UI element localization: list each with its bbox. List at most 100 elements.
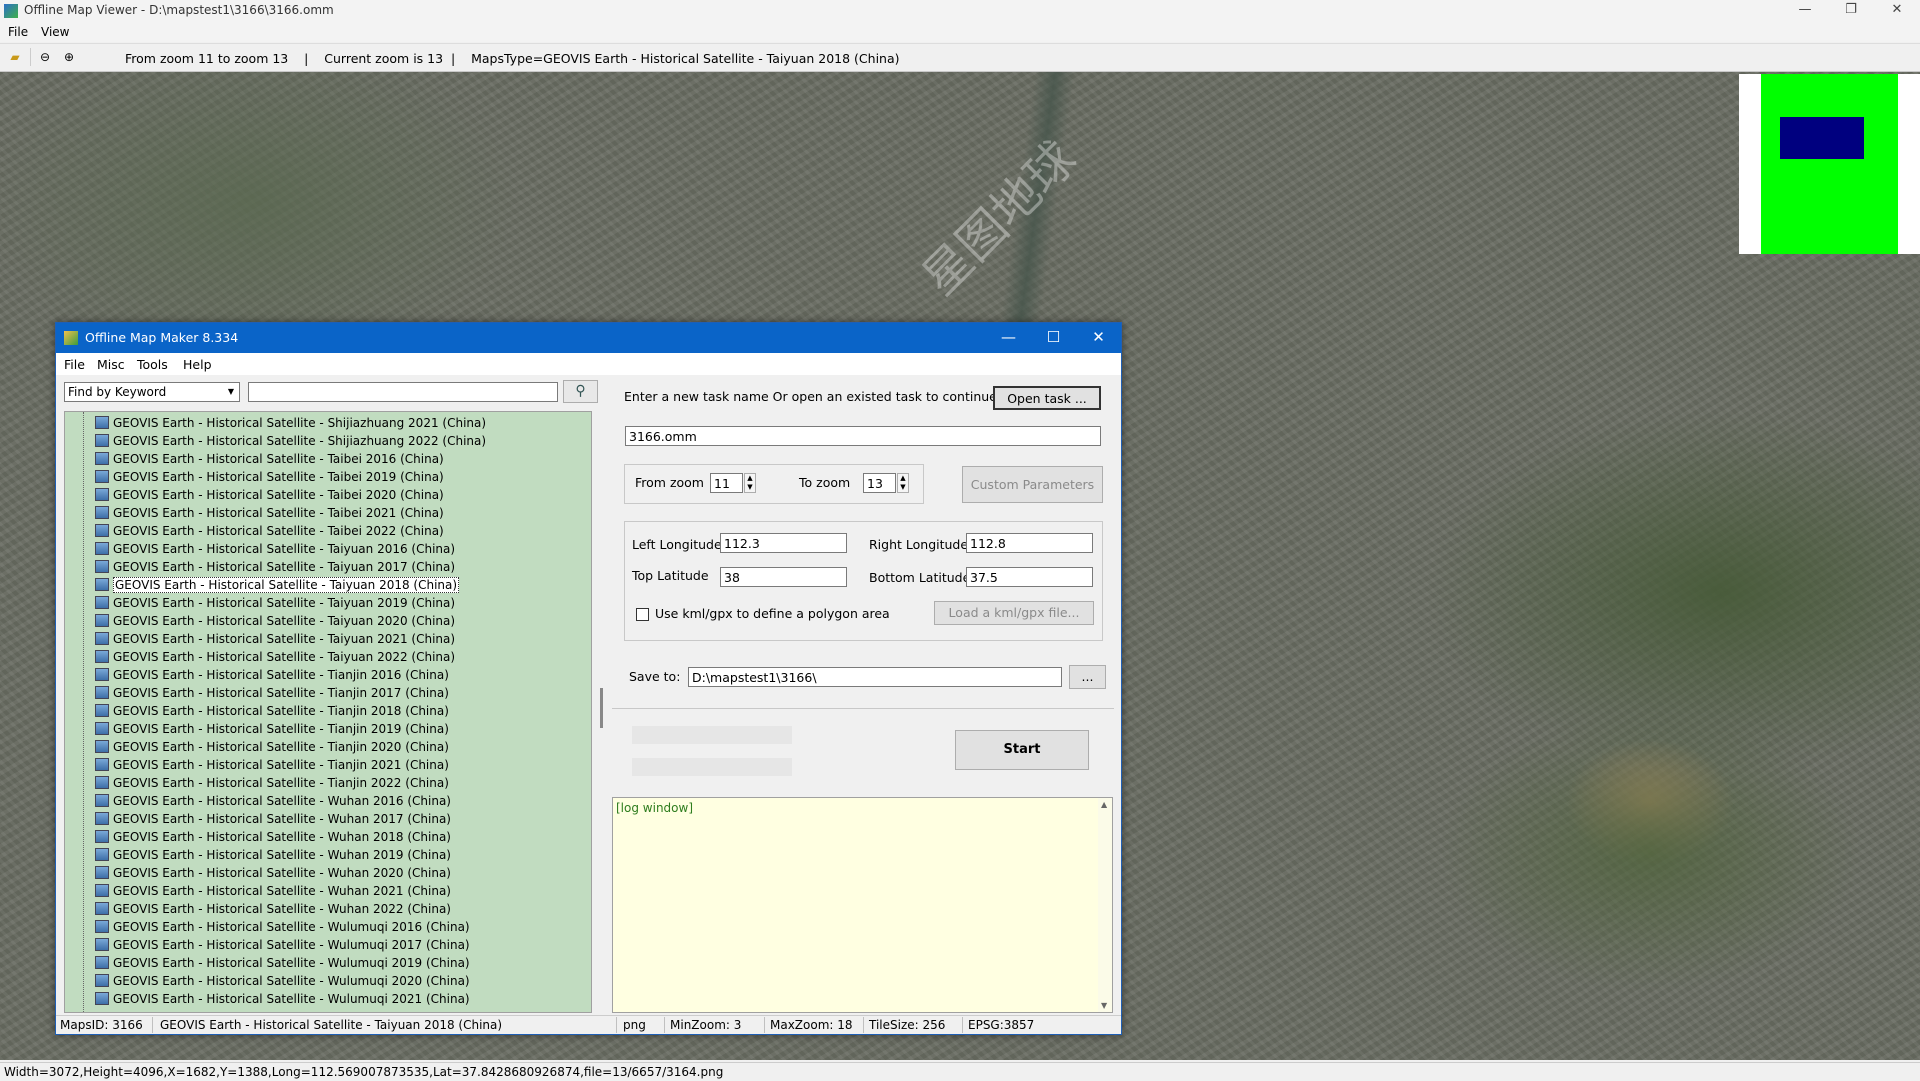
dialog-menu-help[interactable]: Help xyxy=(183,357,212,372)
list-item-label: GEOVIS Earth - Historical Satellite - Ta… xyxy=(113,650,456,664)
list-item-label: GEOVIS Earth - Historical Satellite - Wu… xyxy=(113,938,470,952)
list-item[interactable]: GEOVIS Earth - Historical Satellite - Ti… xyxy=(95,666,449,684)
search-input[interactable] xyxy=(248,382,558,402)
maximize-button[interactable]: ❐ xyxy=(1828,0,1874,22)
scroll-up-icon[interactable]: ▲ xyxy=(1101,800,1107,809)
list-item[interactable]: GEOVIS Earth - Historical Satellite - Sh… xyxy=(95,432,486,450)
list-item[interactable]: GEOVIS Earth - Historical Satellite - Wu… xyxy=(95,918,470,936)
browse-button[interactable]: ... xyxy=(1069,665,1106,689)
to-zoom-field[interactable]: 13 xyxy=(863,473,896,493)
panel-splitter[interactable] xyxy=(600,688,603,728)
save-to-field[interactable]: D:\mapstest1\3166\ xyxy=(688,667,1062,687)
kml-checkbox[interactable] xyxy=(636,608,649,621)
list-item[interactable]: GEOVIS Earth - Historical Satellite - Ti… xyxy=(95,702,449,720)
dialog-maximize-button[interactable]: ☐ xyxy=(1031,323,1076,353)
list-item[interactable]: GEOVIS Earth - Historical Satellite - Ti… xyxy=(95,774,449,792)
map-tile-icon xyxy=(95,794,109,807)
dialog-menu-tools[interactable]: Tools xyxy=(137,357,168,372)
dialog-close-button[interactable]: ✕ xyxy=(1076,323,1121,353)
list-item[interactable]: GEOVIS Earth - Historical Satellite - Ti… xyxy=(95,684,449,702)
list-item-label: GEOVIS Earth - Historical Satellite - Sh… xyxy=(113,416,487,430)
custom-parameters-button[interactable]: Custom Parameters xyxy=(962,466,1103,503)
list-item[interactable]: GEOVIS Earth - Historical Satellite - Ta… xyxy=(95,504,444,522)
dialog-menu-file[interactable]: File xyxy=(64,357,85,372)
section-divider xyxy=(612,708,1114,709)
list-item-label: GEOVIS Earth - Historical Satellite - Wu… xyxy=(113,992,470,1006)
from-zoom-stepper[interactable]: ▲ ▼ xyxy=(744,473,756,493)
left-longitude-field[interactable]: 112.3 xyxy=(720,533,847,553)
list-item[interactable]: GEOVIS Earth - Historical Satellite - Wu… xyxy=(95,990,470,1008)
list-item[interactable]: GEOVIS Earth - Historical Satellite - Ta… xyxy=(95,612,455,630)
log-text: [log window] xyxy=(616,801,693,815)
task-name-field[interactable]: 3166.omm xyxy=(625,426,1101,446)
zoom-info-text: From zoom 11 to zoom 13 | Current zoom i… xyxy=(125,51,900,66)
list-item[interactable]: GEOVIS Earth - Historical Satellite - Ti… xyxy=(95,738,449,756)
bottom-latitude-field[interactable]: 37.5 xyxy=(966,567,1093,587)
dialog-title-bar[interactable]: Offline Map Maker 8.334 — ☐ ✕ xyxy=(56,323,1121,353)
list-item[interactable]: GEOVIS Earth - Historical Satellite - Ta… xyxy=(95,648,455,666)
to-zoom-label: To zoom xyxy=(799,475,851,490)
dialog-menu-misc[interactable]: Misc xyxy=(97,357,125,372)
map-tile-icon xyxy=(95,452,109,465)
log-window[interactable]: [log window] ▲ ▼ xyxy=(612,797,1113,1013)
close-button[interactable]: ✕ xyxy=(1874,0,1920,22)
search-button[interactable]: ⚲ xyxy=(563,380,598,403)
list-item[interactable]: GEOVIS Earth - Historical Satellite - Wu… xyxy=(95,828,451,846)
to-zoom-stepper[interactable]: ▲ ▼ xyxy=(897,473,909,493)
list-item[interactable]: GEOVIS Earth - Historical Satellite - Ti… xyxy=(95,720,449,738)
scroll-down-icon[interactable]: ▼ xyxy=(1101,1001,1107,1010)
list-item[interactable]: GEOVIS Earth - Historical Satellite - Wu… xyxy=(95,936,470,954)
map-type-tree[interactable]: GEOVIS Earth - Historical Satellite - Sh… xyxy=(64,411,592,1013)
list-item[interactable]: GEOVIS Earth - Historical Satellite - Sh… xyxy=(95,414,486,432)
dialog-minimize-button[interactable]: — xyxy=(986,323,1031,353)
start-button[interactable]: Start xyxy=(955,730,1089,770)
open-folder-icon[interactable]: ▰ xyxy=(8,50,22,64)
list-item[interactable]: GEOVIS Earth - Historical Satellite - Ta… xyxy=(95,576,460,594)
zoom-in-icon[interactable]: ⊕ xyxy=(62,50,76,64)
map-tile-icon xyxy=(95,596,109,609)
status-format: png xyxy=(623,1018,646,1032)
zoom-out-icon[interactable]: ⊖ xyxy=(38,50,52,64)
right-longitude-field[interactable]: 112.8 xyxy=(966,533,1093,553)
list-item[interactable]: GEOVIS Earth - Historical Satellite - Ta… xyxy=(95,540,455,558)
minimize-button[interactable]: — xyxy=(1782,0,1828,22)
list-item[interactable]: GEOVIS Earth - Historical Satellite - Wu… xyxy=(95,900,451,918)
menu-view[interactable]: View xyxy=(41,25,69,39)
left-longitude-label: Left Longitude xyxy=(632,537,722,552)
menu-file[interactable]: File xyxy=(8,25,28,39)
list-item[interactable]: GEOVIS Earth - Historical Satellite - Ta… xyxy=(95,468,444,486)
list-item[interactable]: GEOVIS Earth - Historical Satellite - Wu… xyxy=(95,864,451,882)
map-tile-icon xyxy=(95,668,109,681)
list-item[interactable]: GEOVIS Earth - Historical Satellite - Ti… xyxy=(95,756,449,774)
tree-line xyxy=(83,412,85,1012)
list-item[interactable]: GEOVIS Earth - Historical Satellite - Ta… xyxy=(95,558,455,576)
map-tile-icon xyxy=(95,848,109,861)
list-item[interactable]: GEOVIS Earth - Historical Satellite - Ta… xyxy=(95,486,444,504)
status-tile-size: TileSize: 256 xyxy=(869,1018,946,1032)
list-item[interactable]: GEOVIS Earth - Historical Satellite - Ta… xyxy=(95,594,455,612)
list-item[interactable]: GEOVIS Earth - Historical Satellite - Ta… xyxy=(95,522,444,540)
from-zoom-field[interactable]: 11 xyxy=(710,473,743,493)
load-kml-button[interactable]: Load a kml/gpx file... xyxy=(934,601,1094,625)
list-item[interactable]: GEOVIS Earth - Historical Satellite - Wu… xyxy=(95,846,451,864)
list-item[interactable]: GEOVIS Earth - Historical Satellite - Ta… xyxy=(95,450,444,468)
list-item[interactable]: GEOVIS Earth - Historical Satellite - Wu… xyxy=(95,882,451,900)
list-item-label: GEOVIS Earth - Historical Satellite - Ti… xyxy=(113,722,449,736)
overview-minimap[interactable] xyxy=(1739,74,1920,254)
viewer-toolbar: ▰ ⊖ ⊕ From zoom 11 to zoom 13 | Current … xyxy=(0,43,1920,72)
list-item[interactable]: GEOVIS Earth - Historical Satellite - Wu… xyxy=(95,792,451,810)
list-item[interactable]: GEOVIS Earth - Historical Satellite - Wu… xyxy=(95,972,470,990)
toolbar-separator xyxy=(30,48,31,66)
map-tile-icon xyxy=(95,560,109,573)
list-item[interactable]: GEOVIS Earth - Historical Satellite - Wu… xyxy=(95,954,470,972)
find-mode-select[interactable]: Find by Keyword ▼ xyxy=(64,382,240,402)
list-item[interactable]: GEOVIS Earth - Historical Satellite - Wu… xyxy=(95,810,451,828)
minimap-viewport[interactable] xyxy=(1780,117,1864,159)
open-task-button[interactable]: Open task ... xyxy=(993,386,1101,410)
list-item-label: GEOVIS Earth - Historical Satellite - Wu… xyxy=(113,902,451,916)
minimap-coverage xyxy=(1761,74,1898,254)
log-scrollbar[interactable]: ▲ ▼ xyxy=(1098,798,1112,1012)
chevron-down-icon[interactable]: ▼ xyxy=(224,384,238,400)
top-latitude-field[interactable]: 38 xyxy=(720,567,847,587)
list-item[interactable]: GEOVIS Earth - Historical Satellite - Ta… xyxy=(95,630,455,648)
